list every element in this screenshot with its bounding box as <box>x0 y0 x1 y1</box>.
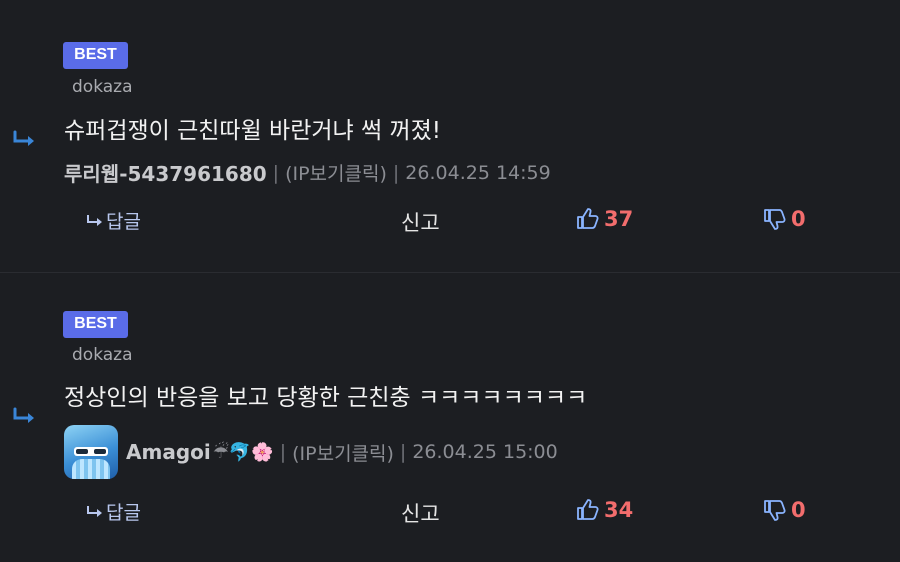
comment-item: BEST dokaza 슈퍼겁쟁이 근친따윌 바란거냐 썩 꺼졌! 루리웹-54… <box>0 0 900 273</box>
like-button[interactable]: 34 <box>576 498 633 522</box>
timestamp: 26.04.25 15:00 <box>412 441 558 463</box>
comment-item: BEST dokaza 정상인의 반응을 보고 당황한 근친충 ㅋㅋㅋㅋㅋㅋㅋㅋ… <box>0 273 900 562</box>
comment-text: 정상인의 반응을 보고 당황한 근친충 ㅋㅋㅋㅋㅋㅋㅋㅋ <box>64 385 588 411</box>
reply-target-user[interactable]: dokaza <box>72 77 133 97</box>
comment-actions: 답글 신고 34 0 <box>0 498 900 528</box>
reply-button[interactable]: 답글 <box>86 498 141 525</box>
reply-arrow-icon <box>87 505 102 517</box>
dislike-count: 0 <box>791 207 806 231</box>
reply-label: 답글 <box>106 502 141 524</box>
reply-arrow-icon <box>13 407 34 423</box>
reply-label: 답글 <box>106 211 141 233</box>
like-count: 37 <box>604 207 634 231</box>
report-button[interactable]: 신고 <box>401 498 440 528</box>
dislike-button[interactable]: 0 <box>763 498 806 522</box>
divider: | <box>279 441 287 463</box>
report-button[interactable]: 신고 <box>401 207 440 237</box>
divider: | <box>399 441 407 463</box>
divider: | <box>392 161 400 184</box>
best-badge: BEST <box>63 42 128 69</box>
avatar-body <box>72 459 110 479</box>
like-count: 34 <box>604 498 634 522</box>
ip-view-link[interactable]: (IP보기클릭) <box>285 159 387 186</box>
reply-target-user[interactable]: dokaza <box>72 345 133 365</box>
thumbs-up-icon <box>577 499 599 520</box>
dislike-button[interactable]: 0 <box>763 207 806 231</box>
comment-text: 슈퍼겁쟁이 근친따윌 바란거냐 썩 꺼졌! <box>64 118 442 144</box>
reply-arrow-icon <box>13 130 34 146</box>
dislike-count: 0 <box>791 498 806 522</box>
reply-arrow-icon <box>87 214 102 226</box>
reply-button[interactable]: 답글 <box>86 207 141 234</box>
thumbs-up-icon <box>577 208 599 229</box>
divider: | <box>272 161 280 184</box>
ip-view-link[interactable]: (IP보기클릭) <box>292 439 394 466</box>
thumbs-down-icon <box>764 209 786 230</box>
thumbs-down-icon <box>764 500 786 521</box>
avatar[interactable] <box>64 425 118 479</box>
timestamp: 26.04.25 14:59 <box>405 161 551 184</box>
author-name[interactable]: 루리웹-5437961680 <box>64 158 267 187</box>
author-name[interactable]: Amagoi <box>126 440 211 464</box>
author-emojis: ☔🐬🌸 <box>212 441 274 463</box>
best-badge: BEST <box>63 311 128 338</box>
comment-actions: 답글 신고 37 0 <box>0 207 900 237</box>
like-button[interactable]: 37 <box>576 207 633 231</box>
avatar-glasses <box>74 447 108 456</box>
